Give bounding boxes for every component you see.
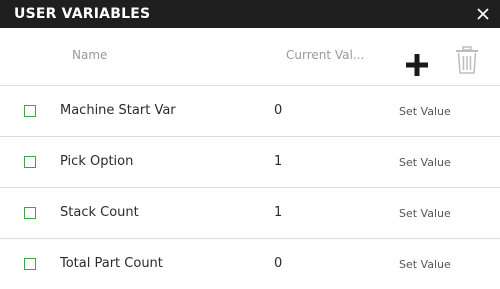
delete-variable-button[interactable] [455,46,479,74]
table-row: Machine Start Var 0 Set Value [0,86,500,137]
variable-name: Pick Option [60,154,134,169]
column-header-current-value: Current Val... [286,48,365,62]
plus-icon [406,54,428,76]
variable-value: 0 [274,256,283,271]
table-row: Pick Option 1 Set Value [0,137,500,188]
variable-value: 1 [274,154,283,169]
variable-value: 1 [274,205,283,220]
close-button[interactable] [472,4,494,24]
titlebar: USER VARIABLES [0,0,500,28]
user-variables-dialog: USER VARIABLES Name Current Val... Machi… [0,0,500,289]
set-value-link[interactable]: Set Value [399,207,451,220]
column-header-name: Name [72,48,108,62]
set-value-link[interactable]: Set Value [399,156,451,169]
variable-value: 0 [274,103,283,118]
table-row: Stack Count 1 Set Value [0,188,500,239]
dialog-title: USER VARIABLES [14,6,151,22]
variable-name: Stack Count [60,205,139,220]
close-icon [477,8,489,20]
add-variable-button[interactable] [404,52,430,78]
trash-icon [456,46,478,74]
row-checkbox[interactable] [24,156,36,168]
set-value-link[interactable]: Set Value [399,258,451,271]
variable-name: Total Part Count [60,256,163,271]
set-value-link[interactable]: Set Value [399,105,451,118]
variable-name: Machine Start Var [60,103,176,118]
row-checkbox[interactable] [24,105,36,117]
table-header: Name Current Val... [0,28,500,86]
row-checkbox[interactable] [24,207,36,219]
table-row: Total Part Count 0 Set Value [0,239,500,289]
row-checkbox[interactable] [24,258,36,270]
